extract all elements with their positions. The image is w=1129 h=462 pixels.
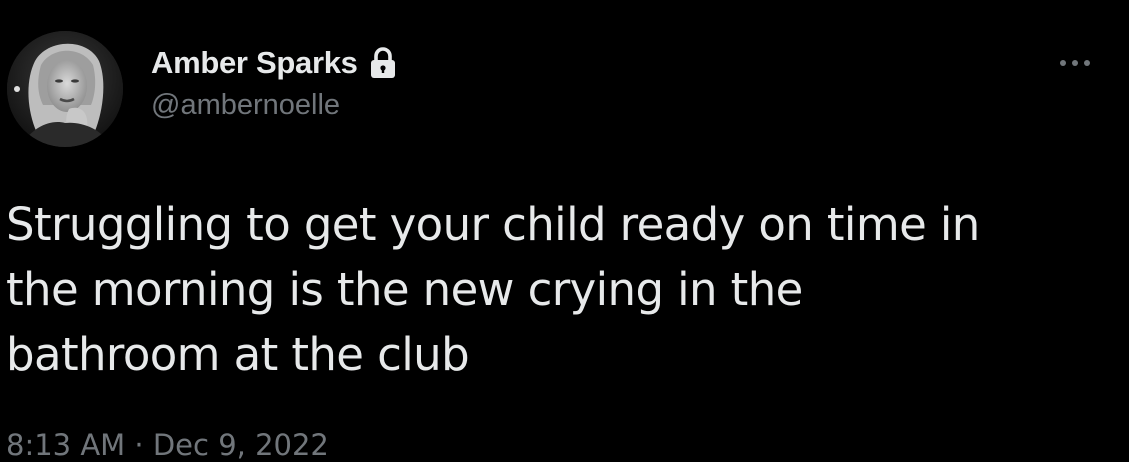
profile-photo	[7, 31, 123, 147]
tweet: Amber Sparks @ambernoelle Struggling to …	[0, 0, 1129, 462]
avatar[interactable]	[7, 31, 123, 147]
more-horizontal-icon	[1060, 60, 1090, 66]
display-name[interactable]: Amber Sparks	[151, 45, 358, 81]
tweet-timestamp[interactable]: 8:13 AM · Dec 9, 2022	[6, 428, 329, 462]
lock-icon	[368, 46, 398, 80]
more-options-button[interactable]	[1050, 50, 1100, 76]
name-row: Amber Sparks	[151, 43, 398, 83]
author-info: Amber Sparks @ambernoelle	[151, 43, 398, 122]
tweet-text: Struggling to get your child ready on ti…	[6, 198, 980, 381]
user-handle[interactable]: @ambernoelle	[151, 89, 398, 122]
